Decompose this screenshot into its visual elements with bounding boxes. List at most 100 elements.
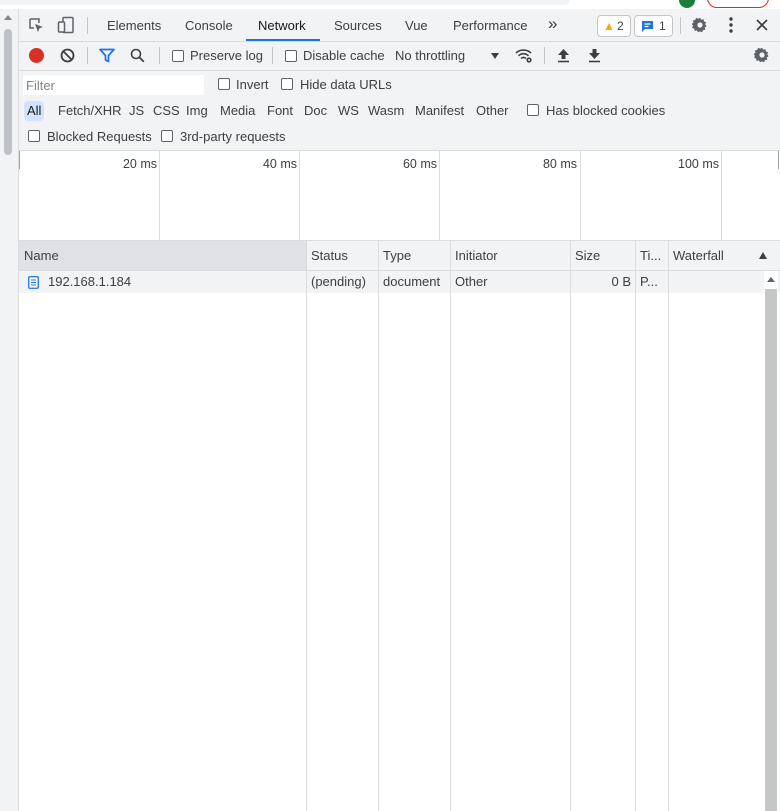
toolbar-separator [87, 47, 88, 64]
toolbar-separator [272, 47, 273, 64]
waterfall-scrollbar[interactable] [764, 271, 778, 811]
filter-funnel-icon[interactable] [99, 48, 115, 63]
toolbar-separator [159, 47, 160, 64]
overview-gridline [439, 151, 440, 240]
more-tabs-button[interactable]: » [548, 9, 557, 41]
scroll-up-arrow-icon[interactable] [4, 15, 12, 20]
filter-input[interactable] [23, 75, 204, 95]
blocked-requests-checkbox[interactable] [28, 130, 40, 142]
tab-vue[interactable]: Vue [405, 9, 428, 41]
type-filter-wasm[interactable]: Wasm [368, 101, 404, 121]
column-divider[interactable] [668, 241, 669, 811]
messages-count: 1 [659, 19, 666, 33]
settings-gear-icon[interactable] [692, 17, 708, 33]
throttling-select[interactable]: No throttling [395, 48, 465, 63]
column-header-initiator[interactable]: Initiator [450, 241, 570, 270]
warnings-count: 2 [617, 19, 624, 33]
type-filter-css[interactable]: CSS [153, 101, 180, 121]
tab-elements[interactable]: Elements [107, 9, 161, 41]
devtools-tab-bar: Elements Console Network Sources Vue Per… [19, 9, 780, 42]
row-initiator: Other [455, 274, 488, 289]
overview-gridline [19, 151, 20, 169]
column-divider[interactable] [570, 241, 571, 811]
warnings-badge[interactable]: ▲ 2 [597, 15, 631, 37]
row-time: P... [640, 274, 658, 289]
scroll-up-arrow-icon[interactable] [767, 277, 775, 282]
type-filter-manifest[interactable]: Manifest [415, 101, 464, 121]
column-header-size[interactable]: Size [570, 241, 635, 270]
type-filter-js[interactable]: JS [129, 101, 144, 121]
overview-tick-label: 20 ms [122, 157, 157, 171]
overview-gridline [159, 151, 160, 240]
preserve-log-label: Preserve log [190, 48, 263, 63]
third-party-requests-checkbox[interactable] [161, 130, 173, 142]
more-options-icon[interactable] [729, 17, 733, 33]
inspect-element-icon[interactable] [28, 17, 45, 34]
overview-gridline [778, 151, 779, 169]
tab-network[interactable]: Network [246, 9, 320, 41]
column-header-type[interactable]: Type [378, 241, 450, 270]
scrollbar-thumb[interactable] [4, 29, 12, 155]
column-header-status[interactable]: Status [306, 241, 378, 270]
disable-cache-checkbox[interactable] [285, 50, 297, 62]
network-conditions-icon[interactable] [514, 47, 534, 64]
row-type: document [383, 274, 441, 289]
overview-tick-label: 80 ms [542, 157, 577, 171]
sort-ascending-icon[interactable] [759, 252, 767, 259]
table-header: Name Status Type Initiator Size Ti... Wa… [19, 241, 780, 271]
third-party-requests-label: 3rd-party requests [180, 129, 286, 144]
record-icon[interactable] [29, 48, 44, 63]
network-settings-gear-icon[interactable] [754, 47, 770, 63]
overview-tick-label: 40 ms [262, 157, 297, 171]
type-filter-img[interactable]: Img [186, 101, 208, 121]
type-filter-font[interactable]: Font [267, 101, 293, 121]
preserve-log-checkbox[interactable] [172, 50, 184, 62]
tab-performance[interactable]: Performance [453, 9, 527, 41]
browser-update-button[interactable] [707, 0, 769, 8]
column-divider[interactable] [306, 241, 307, 811]
invert-checkbox[interactable] [218, 78, 230, 90]
overview-tick-label: 60 ms [402, 157, 437, 171]
clear-icon[interactable] [60, 48, 75, 63]
close-devtools-icon[interactable] [756, 19, 768, 31]
blocked-requests-label: Blocked Requests [47, 129, 152, 144]
has-blocked-cookies-label: Has blocked cookies [546, 103, 666, 118]
import-har-icon[interactable] [557, 48, 570, 63]
type-filter-doc[interactable]: Doc [304, 101, 327, 121]
table-row[interactable]: 192.168.1.184 (pending) document Other 0… [19, 271, 780, 293]
requests-table: Name Status Type Initiator Size Ti... Wa… [19, 241, 780, 811]
tab-separator [680, 17, 681, 34]
type-filter-all[interactable]: All [24, 101, 45, 121]
type-filter-other[interactable]: Other [476, 101, 509, 121]
column-header-name[interactable]: Name [19, 241, 306, 270]
tab-console[interactable]: Console [185, 9, 233, 41]
tab-separator [87, 17, 88, 34]
tab-sources[interactable]: Sources [334, 9, 382, 41]
type-filter-ws[interactable]: WS [338, 101, 359, 121]
row-name[interactable]: 192.168.1.184 [43, 271, 305, 293]
device-toolbar-icon[interactable] [57, 16, 75, 34]
has-blocked-cookies-checkbox[interactable] [527, 104, 539, 116]
waterfall-scrollbar-thumb[interactable] [765, 289, 777, 811]
column-divider[interactable] [378, 241, 379, 811]
left-scrollbar[interactable] [0, 9, 19, 811]
disable-cache-label: Disable cache [303, 48, 385, 63]
messages-badge[interactable]: 1 [634, 15, 673, 37]
type-filter-fetch-xhr[interactable]: Fetch/XHR [58, 101, 122, 121]
toolbar-separator [544, 47, 545, 64]
chevron-down-icon[interactable] [491, 53, 499, 59]
profile-avatar[interactable] [679, 0, 695, 8]
hide-data-urls-checkbox[interactable] [281, 78, 293, 90]
column-divider[interactable] [450, 241, 451, 811]
overview-gridline [721, 151, 722, 240]
document-file-icon [28, 276, 39, 289]
column-divider[interactable] [635, 241, 636, 811]
network-toolbar: Preserve log Disable cache No throttling [19, 42, 780, 71]
column-header-time[interactable]: Ti... [635, 241, 668, 270]
overview-gridline [580, 151, 581, 240]
warning-icon: ▲ [603, 19, 615, 33]
export-har-icon[interactable] [588, 48, 601, 63]
search-icon[interactable] [130, 48, 145, 63]
network-overview[interactable]: 20 ms 40 ms 60 ms 80 ms 100 ms [19, 151, 780, 241]
type-filter-media[interactable]: Media [220, 101, 255, 121]
